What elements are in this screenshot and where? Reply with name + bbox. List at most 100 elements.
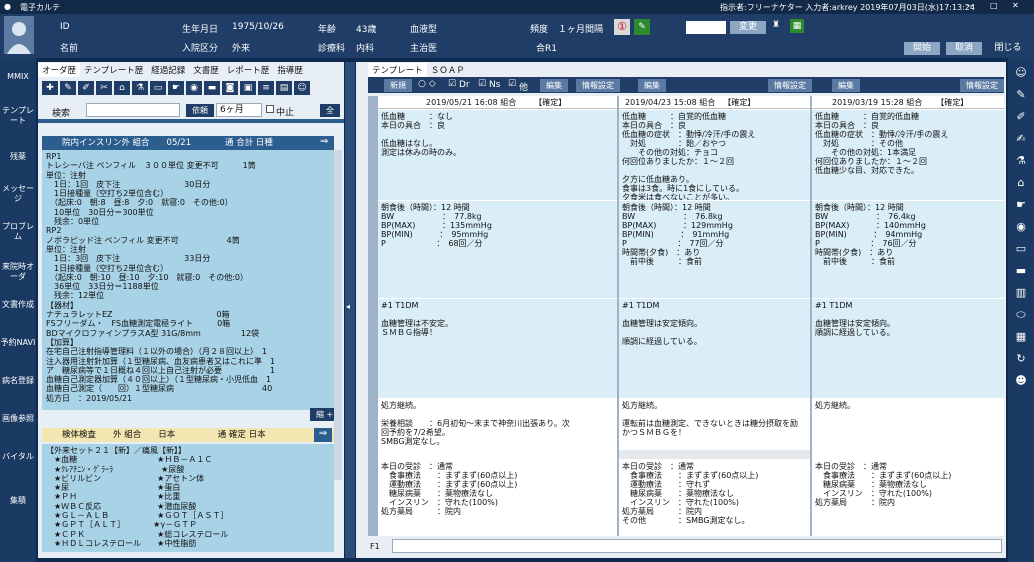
plan-cell[interactable]: 処方継続。 運転前は血糖測定、できないときは糖分摂取を励 かつＳＭＢＧを！ <box>619 399 810 451</box>
maximize-button[interactable]: □ <box>990 1 998 10</box>
tab-guidance-history[interactable]: 指導歴 <box>273 63 307 77</box>
objective-cell[interactable]: 朝食後（時間）：12 時間 BW ： 76.4kg BP(MAX) ：140mm… <box>812 201 1004 298</box>
panel-splitter[interactable]: ◂ <box>345 62 355 558</box>
tab-progress[interactable]: 経過記録 <box>147 63 189 77</box>
collapse-left-icon[interactable]: ◂ <box>346 302 350 311</box>
close-chart-button[interactable]: 閉じる <box>988 42 1028 55</box>
grid-icon[interactable]: ▦ <box>1012 328 1030 346</box>
house-icon[interactable]: ⌂ <box>1012 174 1030 192</box>
change-input[interactable] <box>686 21 726 34</box>
nav-accumulate[interactable]: 集積 <box>0 496 36 506</box>
injection-icon[interactable]: ✚ <box>42 81 58 95</box>
plan-cell[interactable]: 処方継続。 栄養相談 ：6月初旬～末まで神奈川出張あり。次 回予約を7/2希望。… <box>378 399 617 451</box>
arrow-right-icon[interactable]: ⇒ <box>314 428 332 442</box>
monitor-icon[interactable]: ▣ <box>240 81 256 95</box>
bell-icon[interactable]: ♜ <box>772 20 780 30</box>
bottle-icon[interactable]: ▥ <box>1012 284 1030 302</box>
nav-reservation[interactable]: 予約NAVI <box>0 338 36 348</box>
pen-icon[interactable]: ✎ <box>1012 86 1030 104</box>
request-button[interactable]: 依頼 <box>186 104 214 117</box>
nav-visit-order[interactable]: 来院時オーダ <box>0 262 36 282</box>
calculator-icon[interactable]: ▦ <box>790 19 804 33</box>
order-header-lab[interactable]: 検体検査 外 組合 日本 通 確定 日本 <box>42 428 334 442</box>
subjective-cell[interactable]: 低血糖 ：自覚的低血糖 本日の具合 ：良 低血糖の症状 ：動悸/冷汗/手の震え … <box>619 110 810 200</box>
nav-template[interactable]: テンプレート <box>0 106 36 126</box>
refresh-icon[interactable]: ↻ <box>1012 350 1030 368</box>
tool-icon[interactable]: ✂ <box>96 81 112 95</box>
pill-icon[interactable]: ◉ <box>186 81 202 95</box>
period-select[interactable]: 6ヶ月 <box>216 103 262 117</box>
tab-document-history[interactable]: 文書歴 <box>189 63 223 77</box>
nav-message[interactable]: メッセージ <box>0 184 36 204</box>
nav-vital[interactable]: バイタル <box>0 452 36 462</box>
edit-button[interactable]: 編集 <box>832 79 860 92</box>
subjective-cell[interactable]: 低血糖 ：自覚的低血糖 本日の具合 ：良 低血糖の症状 ：動悸/冷汗/手の震え … <box>812 110 1004 200</box>
horizontal-scrollbar[interactable] <box>619 450 810 459</box>
pen-icon[interactable]: ✎ <box>634 19 650 35</box>
plan-cell[interactable]: 処方継続。 <box>812 399 1004 451</box>
hand-icon[interactable]: ☛ <box>1012 196 1030 214</box>
nav-image-reference[interactable]: 画像参照 <box>0 414 36 424</box>
cancel-button[interactable]: 取消 <box>946 42 982 55</box>
edit-icon[interactable]: ✍ <box>1012 130 1030 148</box>
lab-icon[interactable]: ⚗ <box>1012 152 1030 170</box>
close-window-button[interactable]: ✕ <box>1012 1 1019 10</box>
info-settings-button[interactable]: 情報設定 <box>960 79 1004 92</box>
check-other-icon[interactable]: ☑ <box>508 79 516 89</box>
extra-cell[interactable]: 本日の受診 ：通常 食事療法 ：まずまず(60点以上) 糖尿病薬 ：薬物療法なし… <box>812 460 1004 536</box>
order-header-insulin[interactable]: 院内インスリン外 組合 05/21 通 合計 日種 <box>42 136 334 150</box>
assessment-cell[interactable]: #1 T1DM 血糖管理は安定傾向。 順調に経過している。 <box>619 299 810 398</box>
objective-cell[interactable]: 朝食後（時間）：12 時間 BW ： 76.8kg BP(MAX) ：129mm… <box>619 201 810 298</box>
syringe-icon[interactable]: ✎ <box>60 81 76 95</box>
chart-icon[interactable]: ▤ <box>276 81 292 95</box>
change-button[interactable]: 変更 <box>730 21 766 34</box>
tab-order-history[interactable]: オーダ歴 <box>38 63 81 77</box>
info-settings-button[interactable]: 情報設定 <box>576 79 620 92</box>
new-button[interactable]: 新規 <box>384 79 412 92</box>
nav-remaining-meds[interactable]: 残薬 <box>0 152 36 162</box>
assessment-cell[interactable]: #1 T1DM 血糖管理は不安定。 ＳＭＢＧ指導！ <box>378 299 617 398</box>
nav-problem[interactable]: プロブレム <box>0 222 36 242</box>
face-icon[interactable]: ☻ <box>1012 372 1030 390</box>
screen-icon[interactable]: ▭ <box>150 81 166 95</box>
f1-input[interactable] <box>392 539 1002 553</box>
subjective-cell[interactable]: 低血糖 ：なし 本日の具合 ：良 低血糖はなし。 測定は休みの時のみ。 <box>378 110 617 200</box>
hand-icon[interactable]: ☛ <box>168 81 184 95</box>
camera-icon[interactable]: ◙ <box>222 81 238 95</box>
person-add-icon[interactable]: ☺ <box>294 81 310 95</box>
lab-icon[interactable]: ⚗ <box>132 81 148 95</box>
open-button[interactable]: 開始 <box>904 42 940 55</box>
check-ns-icon[interactable]: ☑ <box>478 79 486 89</box>
extra-cell[interactable]: 本日の受診 ：通常 食事療法 ：まずまず(60点以上) 運動療法 ：まずまず(6… <box>378 460 617 536</box>
arrow-right-icon[interactable]: ⇒ <box>320 136 328 147</box>
assessment-cell[interactable]: #1 T1DM 血糖管理は安定傾向。 順調に経過している。 <box>812 299 1004 398</box>
pen-icon[interactable]: ✐ <box>78 81 94 95</box>
person-add-icon[interactable]: ☺ <box>1012 64 1030 82</box>
objective-cell[interactable]: 朝食後（時間）：12 時間 BW ： 77.8kg BP(MAX) ：135mm… <box>378 201 617 298</box>
info-settings-button[interactable]: 情報設定 <box>768 79 812 92</box>
extra-cell[interactable]: 本日の受診 ：通常 食事療法 ：まずまず(60点以上) 運動療法 ：守れず 糖尿… <box>619 460 810 536</box>
alert-icon[interactable]: ① <box>614 19 630 35</box>
tab-report-history[interactable]: レポート歴 <box>223 63 274 77</box>
scrollbar[interactable] <box>334 150 342 480</box>
bandage-icon[interactable]: ▬ <box>204 81 220 95</box>
nav-disease-registration[interactable]: 病名登録 <box>0 376 36 386</box>
search-input[interactable] <box>86 103 180 117</box>
tab-soap[interactable]: ＳＯＡＰ <box>427 63 469 77</box>
pause-checkbox[interactable] <box>266 105 274 113</box>
minimize-button[interactable]: — <box>966 1 974 10</box>
tab-template[interactable]: テンプレート <box>368 63 427 77</box>
bed-icon[interactable]: ▬ <box>1012 262 1030 280</box>
tab-template-history[interactable]: テンプレート歴 <box>80 63 147 77</box>
all-button[interactable]: 全 <box>320 104 340 117</box>
nav-mmix[interactable]: MMIX <box>0 72 36 82</box>
pill-icon[interactable]: ◉ <box>1012 218 1030 236</box>
check-dr-icon[interactable]: ☑ <box>448 79 456 89</box>
syringe-icon[interactable]: ✐ <box>1012 108 1030 126</box>
edit-button[interactable]: 編集 <box>638 79 666 92</box>
circle-toggle-icon[interactable]: ○ ◇ <box>418 79 436 89</box>
stretcher-icon[interactable]: ≡ <box>258 81 274 95</box>
nav-document[interactable]: 文書作成 <box>0 300 36 310</box>
edit-button[interactable]: 編集 <box>540 79 568 92</box>
capsule-icon[interactable]: ⬭ <box>1012 306 1030 324</box>
